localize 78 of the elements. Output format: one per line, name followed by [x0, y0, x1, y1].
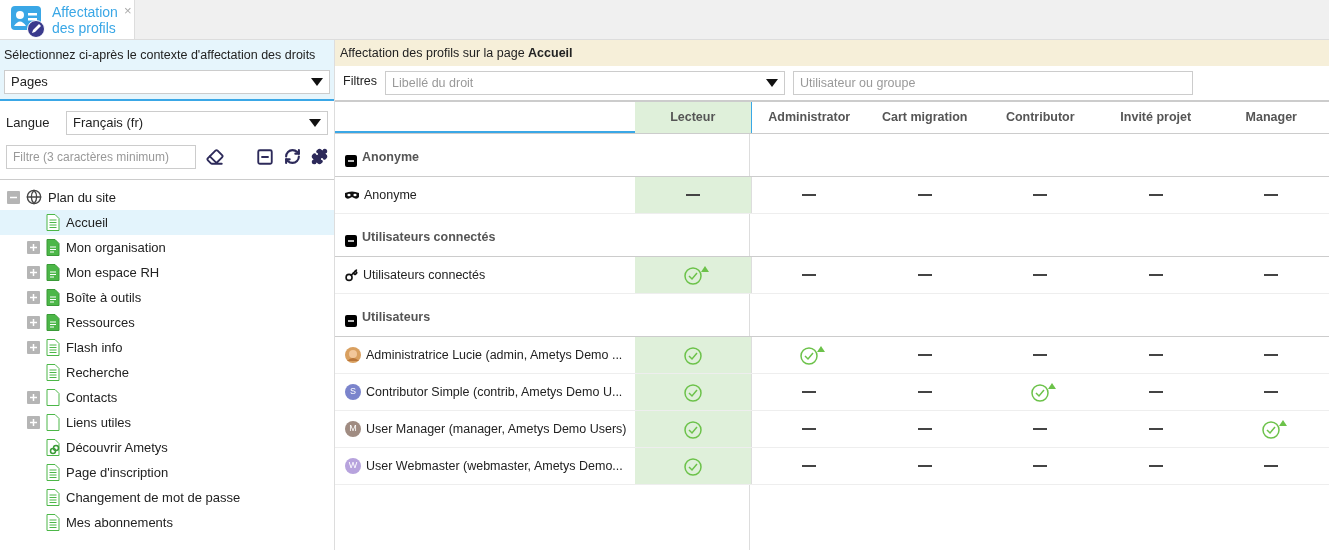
principal-name: Contributor Simple (contrib, Ametys Demo U... [366, 383, 623, 401]
collapse-toggle[interactable] [345, 155, 357, 167]
page-icon [46, 513, 60, 531]
group-label: Utilisateurs [362, 309, 431, 327]
tree-item[interactable]: Accueil [46, 212, 112, 232]
principal-name: User Manager (manager, Ametys Demo Users) [366, 420, 627, 438]
dropdown-value: Pages [11, 73, 48, 91]
globe-icon [26, 189, 42, 206]
column-header[interactable]: Manager [1213, 102, 1329, 133]
column-header[interactable]: Contributor [982, 102, 1098, 133]
filters-label: Filtres [343, 73, 378, 90]
tree-item[interactable]: Mon organisation [46, 237, 170, 257]
blank-page-icon [46, 388, 60, 406]
context-dropdown[interactable]: Pages [4, 69, 330, 94]
language-dropdown[interactable]: Français (fr) [66, 110, 328, 135]
collapse-toggle[interactable] [345, 235, 357, 247]
tree-item[interactable]: Liens utiles [46, 412, 136, 432]
tree-item[interactable]: Changement de mot de passe [46, 487, 245, 507]
tree-item[interactable]: Boîte à outils [46, 287, 146, 307]
column-header[interactable]: Invité projet [1098, 102, 1214, 133]
page-icon [46, 363, 60, 381]
group-label: Utilisateurs connectés [362, 229, 496, 247]
profile-edit-icon [10, 4, 46, 38]
tree-item[interactable]: Mon espace RH [46, 262, 164, 282]
principal-name: Anonyme [364, 186, 417, 204]
page-icon [46, 213, 60, 231]
dropdown-placeholder: Libellé du droit [392, 74, 474, 92]
language-label: Langue [6, 114, 51, 132]
tab-title: Affectation [52, 4, 118, 20]
page-icon [46, 488, 60, 506]
page-icon [46, 463, 60, 481]
tree-item[interactable]: Mes abonnements [46, 512, 177, 532]
user-avatar: M [345, 421, 361, 437]
column-header[interactable]: Lecteur [635, 102, 752, 133]
filled-page-icon [46, 263, 60, 281]
expand-toggle[interactable] [27, 265, 40, 279]
column-header[interactable]: Cart migration [867, 102, 983, 133]
page-heading: Affectation des profils sur la page Accueil [340, 44, 573, 62]
expand-toggle[interactable] [27, 315, 40, 329]
refresh-icon[interactable] [284, 148, 301, 166]
eraser-icon[interactable] [206, 147, 224, 166]
collapse-toggle[interactable] [7, 190, 20, 204]
tree-item[interactable]: Flash info [46, 337, 127, 357]
tree-item[interactable]: Recherche [46, 362, 133, 382]
principal-name: User Webmaster (webmaster, Ametys Demo... [366, 457, 623, 475]
tree-filter-field[interactable]: Filtre (3 caractères minimum) [6, 144, 196, 169]
expand-toggle[interactable] [27, 290, 40, 304]
puzzle-icon[interactable] [311, 148, 328, 166]
expand-toggle[interactable] [27, 390, 40, 404]
dropdown-caret-icon[interactable] [311, 77, 323, 86]
filled-page-icon [46, 238, 60, 256]
dropdown-caret-icon[interactable] [309, 118, 321, 127]
expand-toggle[interactable] [27, 240, 40, 254]
group-label: Anonyme [362, 149, 419, 167]
column-header[interactable]: Administrator [751, 102, 867, 133]
user-filter-field[interactable]: Utilisateur ou groupe [793, 71, 1194, 95]
tree-item[interactable]: Page d'inscription [46, 462, 173, 482]
collapse-toggle[interactable] [345, 315, 357, 327]
user-avatar: S [345, 384, 361, 400]
tree-item[interactable]: Ressources [46, 312, 139, 332]
context-label: Sélectionnez ci-après le contexte d'affectation des droits [4, 47, 317, 64]
tab-title: des profils [52, 20, 117, 36]
filled-page-icon [46, 313, 60, 331]
dropdown-caret-icon[interactable] [766, 79, 779, 87]
tree-item[interactable]: Contacts [46, 387, 122, 407]
user-avatar: W [345, 458, 361, 474]
dropdown-value: Français (fr) [73, 114, 144, 132]
principal-name: Administratrice Lucie (admin, Ametys Demo ... [366, 346, 623, 364]
tree-item[interactable]: Découvrir Ametys [46, 437, 172, 457]
expand-toggle[interactable] [27, 415, 40, 429]
filled-page-icon [46, 288, 60, 306]
blank-page-icon [46, 413, 60, 431]
page-icon [46, 338, 60, 356]
expand-toggle[interactable] [27, 340, 40, 354]
tree-item[interactable]: Plan du site [26, 187, 120, 207]
collapse-all-icon[interactable] [256, 147, 274, 166]
link-page-icon [46, 438, 60, 456]
principal-name: Utilisateurs connectés [363, 266, 486, 284]
